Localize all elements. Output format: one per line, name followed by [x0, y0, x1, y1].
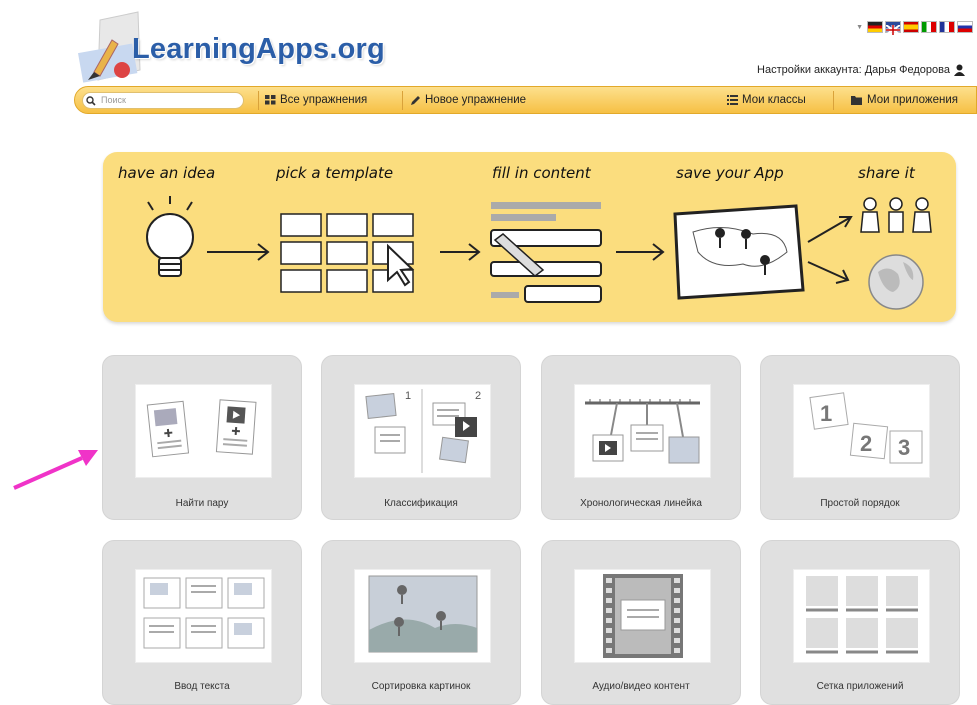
text-input-icon — [135, 569, 272, 663]
timeline-icon — [574, 384, 711, 478]
globe-icon — [868, 254, 924, 310]
template-card-picture-sort[interactable]: Сортировка картинок — [321, 540, 521, 705]
nav-all-exercises-label: Все упражнения — [280, 94, 368, 106]
template-card-classification[interactable]: 1 2 Классификация — [321, 355, 521, 520]
svg-text:3: 3 — [898, 435, 910, 460]
banner-illustration — [146, 196, 932, 310]
flag-de-icon[interactable] — [867, 21, 883, 33]
nav-all-exercises[interactable]: Все упражнения — [265, 94, 367, 106]
people-icon — [860, 197, 932, 233]
template-card-simple-order[interactable]: 1 2 3 Простой порядок — [760, 355, 960, 520]
template-label: Простой порядок — [820, 498, 900, 509]
nav-separator — [833, 91, 834, 110]
nav-new-exercise[interactable]: Новое упражнение — [410, 94, 526, 106]
template-card-text-input[interactable]: Ввод текста — [102, 540, 302, 705]
flag-it-icon[interactable] — [921, 21, 937, 33]
nav-separator — [402, 91, 403, 110]
nav-my-apps-label: Мои приложения — [867, 94, 958, 106]
picture-sort-icon — [354, 569, 491, 663]
nav-separator — [258, 91, 259, 110]
pair-match-icon — [135, 384, 272, 478]
flag-fr-icon[interactable] — [939, 21, 955, 33]
language-flags: ▼ — [856, 21, 973, 36]
folder-icon — [851, 96, 862, 105]
template-label: Классификация — [384, 498, 458, 509]
template-card-audio-video[interactable]: Аудио/видео контент — [541, 540, 741, 705]
user-icon — [954, 64, 965, 76]
annotation-arrow-icon — [13, 450, 98, 490]
pencil-icon — [411, 95, 420, 105]
simple-order-icon: 1 2 3 — [793, 384, 930, 478]
lightbulb-icon — [146, 196, 194, 277]
nav-my-apps[interactable]: Мои приложения — [851, 94, 958, 106]
grid-icon — [265, 95, 276, 105]
template-card-app-grid[interactable]: Сетка приложений — [760, 540, 960, 705]
template-label: Сетка приложений — [816, 681, 904, 692]
dropdown-arrow-icon[interactable]: ▼ — [856, 24, 863, 31]
classification-icon: 1 2 — [354, 384, 491, 478]
flag-es-icon[interactable] — [903, 21, 919, 33]
svg-text:2: 2 — [475, 390, 481, 402]
list-icon — [727, 95, 738, 105]
svg-text:2: 2 — [860, 431, 872, 456]
svg-text:1: 1 — [820, 401, 832, 426]
nav-my-classes[interactable]: Мои классы — [727, 94, 806, 106]
flag-gb-icon[interactable] — [885, 21, 901, 36]
nav-new-exercise-label: Новое упражнение — [425, 94, 527, 106]
template-label: Ввод текста — [174, 681, 230, 692]
svg-text:1: 1 — [405, 390, 411, 402]
search-input[interactable]: Поиск — [82, 92, 244, 109]
app-grid-icon — [793, 569, 930, 663]
template-card-pair-match[interactable]: Найти пару — [102, 355, 302, 520]
template-label: Сортировка картинок — [371, 681, 471, 692]
account-label[interactable]: Настройки аккаунта: Дарья Федорова — [757, 64, 950, 76]
flag-ru-icon[interactable] — [957, 21, 973, 33]
nav-my-classes-label: Мои классы — [742, 94, 806, 106]
template-label: Хронологическая линейка — [580, 498, 702, 509]
account-settings[interactable]: Настройки аккаунта: Дарья Федорова — [757, 64, 965, 76]
search-icon — [86, 96, 96, 106]
audio-video-icon — [574, 569, 711, 663]
logo-text[interactable]: LearningApps.org — [132, 33, 385, 66]
template-label: Аудио/видео контент — [592, 681, 690, 692]
template-label: Найти пару — [175, 498, 229, 509]
template-card-timeline[interactable]: Хронологическая линейка — [541, 355, 741, 520]
